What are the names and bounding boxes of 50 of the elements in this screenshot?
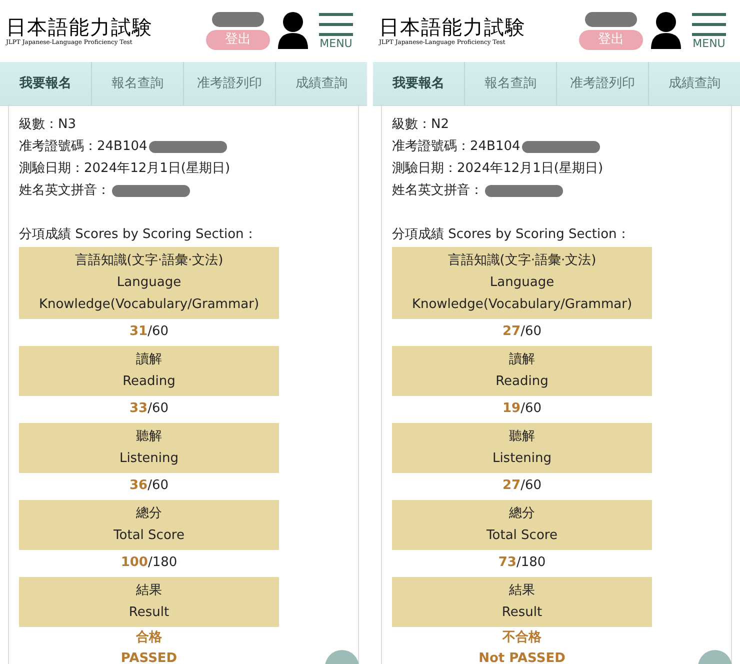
score-label-box: 讀解 Reading [19,346,279,396]
menu-button[interactable]: MENU [318,11,354,51]
score-label-box: 聽解 Listening [392,423,652,473]
nav-tab[interactable]: 我要報名 [373,62,464,105]
nav-tab[interactable]: 准考證列印 [183,62,275,105]
info-text: 准考證號碼：24B104 [19,138,148,156]
nav-tab[interactable]: 成績查詢 [648,62,740,105]
user-icon [276,11,310,51]
score-label-box: 結果 Result [392,577,652,627]
score-text: 100/180 [120,554,178,572]
menu-button[interactable]: MENU [691,11,727,51]
score-text: 31/60 [129,323,168,341]
logout-button[interactable]: 登出 [579,30,643,50]
score-text: 73/180 [498,554,546,572]
info-text: 姓名英文拼音： [19,182,110,200]
nav-tab[interactable]: 成績查詢 [275,62,367,105]
info-text: 測驗日期：2024年12月1日(星期日) [19,160,230,178]
section-heading: 分項成績 Scores by Scoring Section： [392,226,631,244]
score-label-box: 言語知識(文字·語彙·文法) Language Knowledge(Vocabulary/Grammar) [392,247,652,319]
score-label-box: 總分 Total Score [19,500,279,550]
result-text: PASSED [120,650,178,664]
logo-title: 日本語能力試験 [6,15,154,39]
nav-tab[interactable]: 我要報名 [0,62,91,105]
section-heading: 分項成績 Scores by Scoring Section： [19,226,258,244]
info-text: 測驗日期：2024年12月1日(星期日) [392,160,604,178]
score-text: 27/60 [502,323,542,341]
score-label-box: 言語知識(文字·語彙·文法) Language Knowledge(Vocabulary/Grammar) [19,247,279,319]
result-text: Not PASSED [478,650,566,664]
score-text: 19/60 [502,400,542,418]
info-text: 級數：N3 [19,116,76,134]
score-text: 27/60 [502,477,542,495]
score-label-box: 讀解 Reading [392,346,652,396]
result-text: 合格 [136,629,162,647]
nav-tab[interactable]: 報名查詢 [464,62,556,105]
logo-title: 日本語能力試験 [379,15,527,39]
menu-icon [692,11,726,37]
score-label-box: 聽解 Listening [19,423,279,473]
nav-tab[interactable]: 報名查詢 [91,62,183,105]
info-text: 准考證號碼：24B104 [392,138,520,156]
result-text: 不合格 [502,629,542,647]
score-text: 33/60 [129,400,168,418]
score-text: 36/60 [129,477,168,495]
menu-icon [319,11,353,37]
score-label-box: 結果 Result [19,577,279,627]
info-text: 姓名英文拼音： [392,182,483,200]
logout-button[interactable]: 登出 [206,30,270,50]
user-icon [649,11,683,51]
nav-tab[interactable]: 准考證列印 [556,62,648,105]
info-text: 級數：N2 [392,116,449,134]
score-label-box: 總分 Total Score [392,500,652,550]
